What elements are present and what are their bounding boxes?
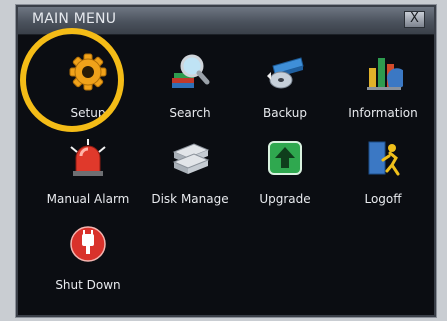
menu-item-label: Setup (70, 106, 106, 120)
gear-icon (68, 52, 108, 92)
menu-grid: Setup Search Backup Information Manual A… (18, 34, 434, 315)
window-title: MAIN MENU (32, 11, 117, 27)
menu-item-label: Shut Down (55, 278, 121, 292)
menu-item-label: Disk Manage (151, 192, 229, 206)
main-menu-window: MAIN MENU X Setup Search Backup Informat… (16, 5, 436, 317)
menu-item-logoff[interactable]: Logoff (338, 132, 428, 212)
menu-item-backup[interactable]: Backup (240, 46, 330, 126)
menu-item-disk-manage[interactable]: Disk Manage (145, 132, 235, 212)
close-button[interactable]: X (404, 11, 425, 28)
title-bar: MAIN MENU X (18, 7, 434, 35)
menu-item-manual-alarm[interactable]: Manual Alarm (43, 132, 133, 212)
menu-item-setup[interactable]: Setup (43, 46, 133, 126)
menu-item-label: Upgrade (259, 192, 311, 206)
menu-item-label: Backup (263, 106, 307, 120)
backup-icon (265, 52, 305, 92)
information-icon (363, 52, 407, 92)
power-icon (68, 224, 108, 264)
alarm-icon (68, 138, 108, 178)
logoff-icon (363, 138, 403, 178)
disk-icon (170, 138, 210, 178)
upgrade-icon (265, 138, 305, 178)
menu-item-upgrade[interactable]: Upgrade (240, 132, 330, 212)
menu-item-search[interactable]: Search (145, 46, 235, 126)
menu-item-label: Manual Alarm (46, 192, 130, 206)
menu-item-label: Information (348, 106, 418, 120)
menu-item-information[interactable]: Information (338, 46, 428, 126)
menu-item-label: Search (169, 106, 211, 120)
menu-item-label: Logoff (364, 192, 402, 206)
menu-item-shut-down[interactable]: Shut Down (43, 218, 133, 298)
search-icon (170, 52, 210, 92)
